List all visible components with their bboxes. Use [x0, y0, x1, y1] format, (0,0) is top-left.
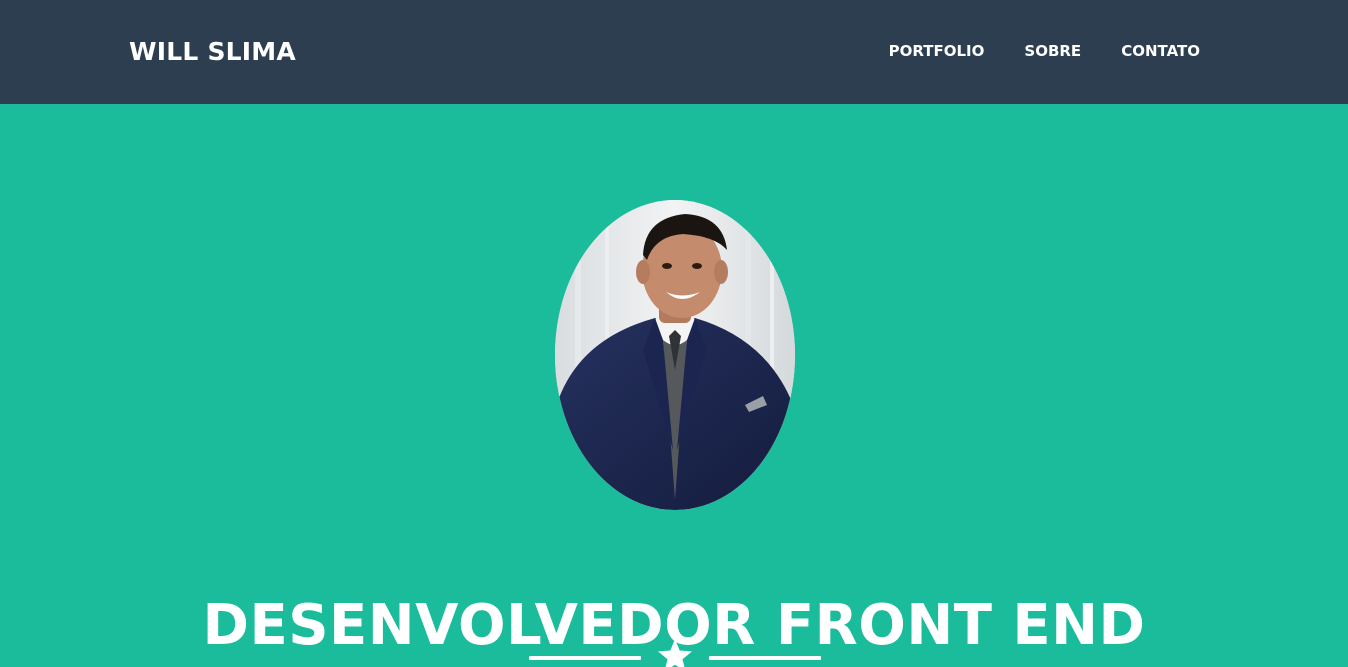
masthead: DESENVOLVEDOR FRONT END — [0, 104, 1348, 667]
nav-link-portfolio[interactable]: PORTFOLIO — [889, 41, 985, 61]
nav-links: PORTFOLIO SOBRE CONTATO — [889, 41, 1200, 61]
brand-link[interactable]: WILL SLIMA — [129, 36, 296, 68]
star-icon — [658, 639, 692, 667]
divider-line-right — [709, 656, 821, 660]
nav-link-sobre[interactable]: SOBRE — [1024, 41, 1081, 61]
star-divider — [529, 637, 821, 667]
nav-link-contato[interactable]: CONTATO — [1121, 41, 1200, 61]
divider-line-left — [529, 656, 641, 660]
profile-avatar — [555, 200, 795, 510]
navbar: WILL SLIMA PORTFOLIO SOBRE CONTATO — [0, 0, 1348, 104]
